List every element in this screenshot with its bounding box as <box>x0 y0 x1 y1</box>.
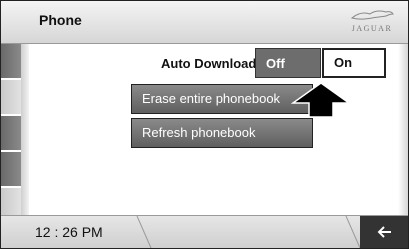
phone-screen: Phone JAGUAR Auto Download Off On Erase … <box>0 0 409 249</box>
side-tab[interactable] <box>1 44 22 78</box>
back-button[interactable] <box>360 216 408 248</box>
side-tab[interactable] <box>1 80 22 114</box>
refresh-phonebook-button[interactable]: Refresh phonebook <box>131 118 313 148</box>
auto-download-label: Auto Download <box>161 56 257 71</box>
footer-bar: 12 : 26 PM <box>1 215 408 248</box>
right-edge-bevel <box>398 44 408 216</box>
brand-logo: JAGUAR <box>342 7 402 39</box>
auto-download-off-button[interactable]: Off <box>255 48 321 78</box>
left-tab-strip <box>1 44 29 216</box>
auto-download-on-button[interactable]: On <box>322 48 386 78</box>
erase-phonebook-button[interactable]: Erase entire phonebook <box>131 84 313 114</box>
side-tab[interactable] <box>1 152 22 186</box>
side-tab[interactable] <box>1 188 22 216</box>
header-bar: Phone JAGUAR <box>1 1 408 44</box>
clock-time: 12 : 26 PM <box>35 224 103 240</box>
pointer-arrow-icon <box>291 82 351 118</box>
jaguar-leaper-icon <box>350 10 394 20</box>
side-tab[interactable] <box>1 116 22 150</box>
brand-wordmark: JAGUAR <box>351 24 393 33</box>
page-title: Phone <box>39 12 82 28</box>
left-edge-bevel <box>21 44 29 216</box>
back-arrow-icon <box>377 226 391 238</box>
